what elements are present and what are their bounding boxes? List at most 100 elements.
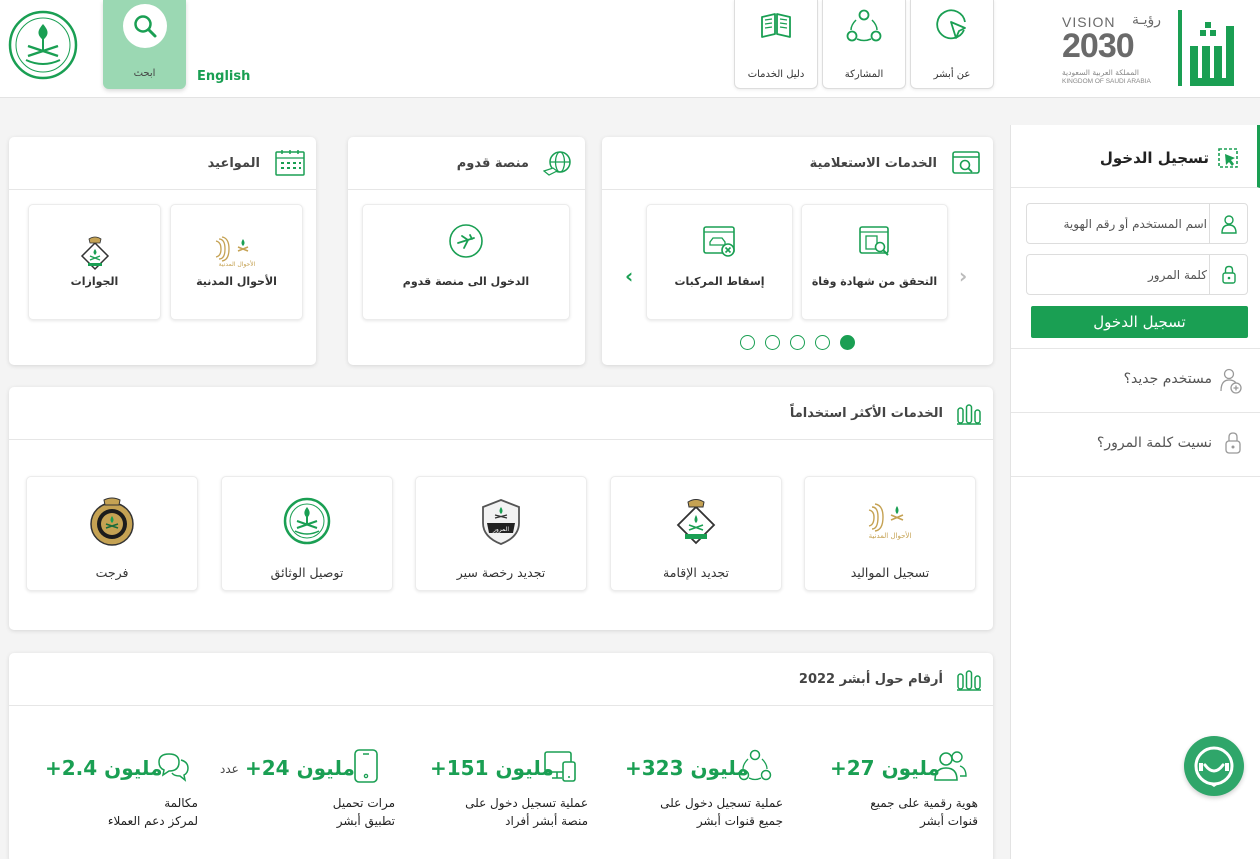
- stat-number: +151 مليون: [430, 756, 554, 780]
- stat-number: +2.4 مليون: [45, 756, 163, 780]
- tile-label: تجديد الإقامة: [663, 565, 729, 580]
- new-user-text: مستخدم جديد؟: [1123, 371, 1212, 387]
- chat-support-icon: [1194, 746, 1234, 787]
- book-icon: [735, 8, 817, 44]
- service-tile-birth-registration[interactable]: الأحوال المدنية تسجيل المواليد: [804, 476, 976, 591]
- search-label: ابحث: [133, 68, 156, 79]
- appointment-tile-passports[interactable]: الجوازات: [28, 204, 161, 320]
- forgot-password-text: نسيت كلمة المرور؟: [1096, 435, 1212, 451]
- card-header: الخدمات الاستعلامية: [602, 137, 993, 190]
- login-cursor-icon: [1217, 147, 1239, 169]
- traffic-logo: المرور: [416, 497, 586, 547]
- card-header: المواعيد: [9, 137, 316, 190]
- stat-logins-all-channels: +323 مليون عملية تسجيل دخول على جميع قنو…: [605, 748, 785, 838]
- prisons-logo: [27, 497, 197, 547]
- stat-number: +323 مليون: [625, 756, 749, 780]
- cursor-circle-icon: [911, 8, 993, 44]
- stat-desc-line1: عملية تسجيل دخول على: [660, 796, 783, 810]
- card-title: المواعيد: [207, 156, 260, 171]
- forgot-password-link[interactable]: نسيت كلمة المرور؟: [1011, 412, 1260, 476]
- svg-text:المرور: المرور: [492, 526, 509, 533]
- service-tile-document-delivery[interactable]: توصيل الوثائق: [221, 476, 393, 591]
- service-tile-arrival-platform[interactable]: الدخول الى منصة قدوم: [362, 204, 570, 320]
- tile-label: الأحوال المدنية: [196, 275, 277, 288]
- appointment-tile-civil-affairs[interactable]: الأحوال المدنية الأحوال المدنية: [170, 204, 303, 320]
- chat-support-button[interactable]: [1184, 736, 1244, 796]
- card-title: أرقام حول أبشر 2022: [798, 672, 943, 687]
- saudi-emblem-logo[interactable]: [8, 10, 78, 80]
- tile-label: تسجيل المواليد: [850, 565, 930, 580]
- login-button[interactable]: تسجيل الدخول: [1031, 306, 1248, 338]
- service-tile-death-certificate[interactable]: التحقق من شهادة وفاة: [801, 204, 948, 320]
- carousel-dot-4[interactable]: [815, 335, 830, 350]
- vehicle-removal-icon: [647, 225, 792, 259]
- service-tile-vehicle-registration-renewal[interactable]: المرور تجديد رخصة سير: [415, 476, 587, 591]
- carousel-prev-arrow[interactable]: ›: [959, 264, 967, 288]
- tile-label: توصيل الوثائق: [270, 565, 344, 580]
- stat-number: +27 مليون: [830, 756, 940, 780]
- kingdom-name-en: KINGDOM OF SAUDI ARABIA: [1062, 78, 1151, 85]
- divider: [1011, 476, 1260, 477]
- username-field: [1026, 203, 1248, 244]
- stat-desc-line2: قنوات أبشر: [919, 814, 978, 828]
- vision-year: 2030: [1062, 27, 1135, 65]
- language-switch-link[interactable]: English: [197, 69, 250, 84]
- service-tile-farajat[interactable]: فرجت: [26, 476, 198, 591]
- civil-affairs-logo: الأحوال المدنية: [805, 501, 975, 541]
- stat-app-downloads: عدد +24 مليون مرات تحميل تطبيق أبشر: [215, 748, 395, 838]
- mobile-icon: [352, 748, 380, 784]
- screen-search-icon: [951, 149, 981, 177]
- carousel-dot-2[interactable]: [765, 335, 780, 350]
- certificate-search-icon: [802, 225, 947, 259]
- add-user-icon: [1220, 367, 1242, 395]
- carousel-dot-3[interactable]: [790, 335, 805, 350]
- tile-label: فرجت: [95, 565, 129, 580]
- lock-icon: [1224, 431, 1242, 455]
- carousel-next-arrow[interactable]: ‹: [625, 264, 633, 288]
- stat-desc-line1: مرات تحميل: [332, 796, 395, 810]
- search-button[interactable]: ابحث: [103, 0, 186, 89]
- calendar-icon: [274, 149, 306, 177]
- login-header: تسجيل الدخول: [1011, 125, 1260, 188]
- stat-desc-line2: تطبيق أبشر: [336, 814, 395, 828]
- new-user-link[interactable]: مستخدم جديد؟: [1011, 348, 1260, 412]
- nav-participation[interactable]: المشاركة: [822, 0, 906, 89]
- stat-desc-line2: جميع قنوات أبشر: [696, 814, 783, 828]
- stat-desc-line2: لمركز دعم العملاء: [107, 814, 198, 828]
- service-tile-vehicle-removal[interactable]: إسقاط المركبات: [646, 204, 793, 320]
- tile-label: تجديد رخصة سير: [456, 565, 546, 580]
- username-input[interactable]: [1032, 204, 1207, 243]
- absher-logo[interactable]: [1178, 6, 1242, 88]
- card-title: الخدمات الأكثر استخداماً: [789, 406, 943, 421]
- nav-about-absher[interactable]: عن أبشر: [910, 0, 994, 89]
- card-title: منصة قدوم: [456, 156, 529, 171]
- bar-chart-icon: [957, 403, 981, 425]
- service-tile-iqama-renewal[interactable]: تجديد الإقامة: [610, 476, 782, 591]
- card-header: منصة قدوم: [348, 137, 585, 190]
- password-field: [1026, 254, 1248, 295]
- stat-desc-line2: منصة أبشر أفراد: [505, 814, 588, 828]
- stat-desc-line1: مكالمة: [164, 796, 198, 810]
- stat-unit: عدد: [220, 762, 239, 776]
- search-icon: [123, 4, 167, 48]
- vision-text-ar: رؤيـة: [1132, 12, 1162, 28]
- carousel-dot-5[interactable]: [840, 335, 855, 350]
- stat-desc-line1: هوية رقمية على جميع: [870, 796, 978, 810]
- share-network-icon: [823, 8, 905, 44]
- emblem-logo: [222, 497, 392, 545]
- tile-label: الدخول الى منصة قدوم: [402, 275, 530, 288]
- stat-number: +24 مليون: [245, 756, 355, 780]
- site-header: ابحث English دليل الخدمات المشاركة عن أب…: [0, 0, 1260, 98]
- svg-text:الأحوال المدنية: الأحوال المدنية: [869, 531, 912, 540]
- stat-desc-line1: عملية تسجيل دخول على: [465, 796, 588, 810]
- kingdom-name-ar: المملكة العربية السعودية: [1062, 68, 1139, 77]
- nav-services-guide[interactable]: دليل الخدمات: [734, 0, 818, 89]
- password-input[interactable]: [1032, 255, 1207, 294]
- tile-label: الجوازات: [70, 275, 119, 288]
- nav-label: دليل الخدمات: [747, 69, 805, 80]
- stat-digital-identities: +27 مليون هوية رقمية على جميع قنوات أبشر: [800, 748, 980, 838]
- tile-label: إسقاط المركبات: [674, 275, 765, 288]
- carousel-dot-1[interactable]: [740, 335, 755, 350]
- card-header: الخدمات الأكثر استخداماً: [9, 387, 993, 440]
- passports-logo: [611, 497, 781, 547]
